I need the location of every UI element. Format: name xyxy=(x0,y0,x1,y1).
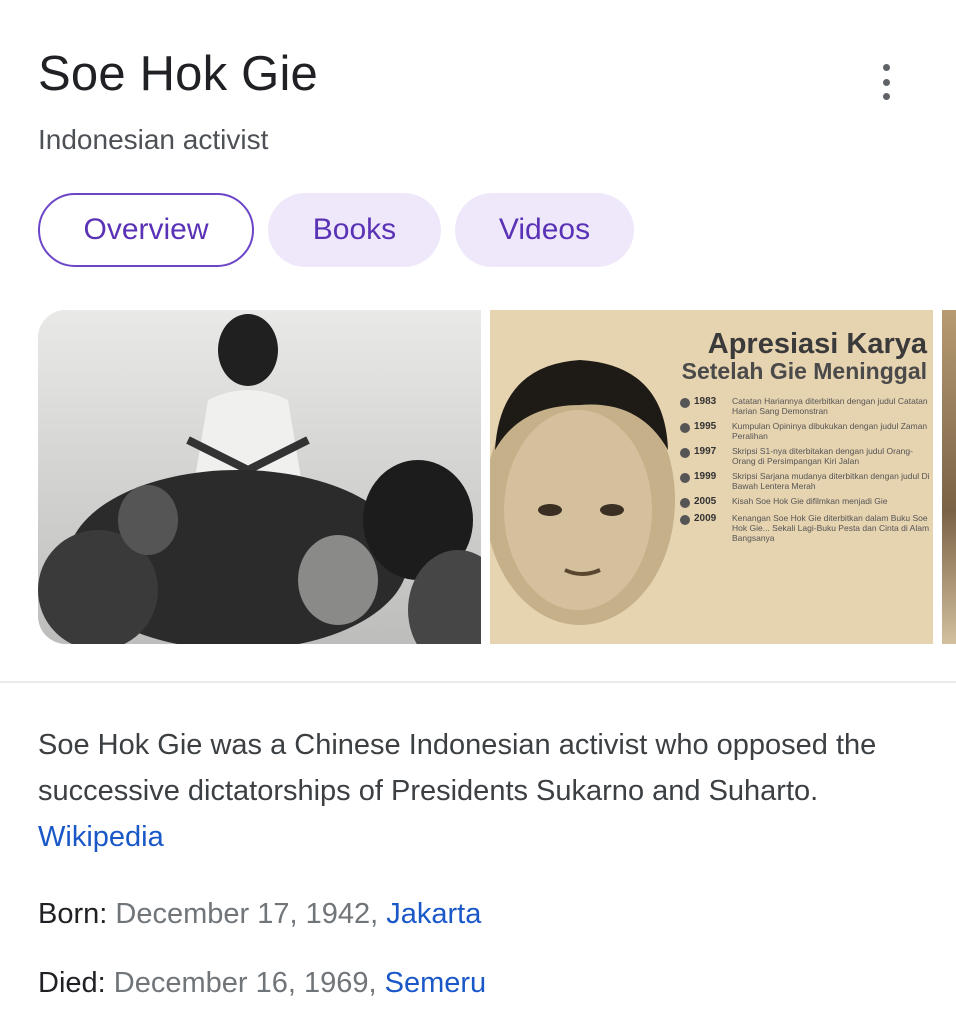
more-options-icon[interactable] xyxy=(872,64,900,100)
check-icon xyxy=(680,398,690,408)
check-icon xyxy=(680,423,690,433)
timeline-year: 1997 xyxy=(694,446,717,457)
timeline-year: 1999 xyxy=(694,471,717,482)
timeline-row: 1995 Kumpulan Opininya dibukukan dengan j… xyxy=(680,421,930,441)
more-dot xyxy=(882,93,890,100)
check-icon xyxy=(680,498,690,508)
memorial-poster[interactable]: Apresiasi Karya Setelah Gie Meninggal 19… xyxy=(490,310,933,644)
timeline-text: Kenangan Soe Hok Gie diterbitkan dalam B… xyxy=(732,513,930,543)
timeline-year: 1995 xyxy=(694,421,717,432)
entity-description: Soe Hok Gie was a Chinese Indonesian act… xyxy=(38,722,928,860)
fact-value: December 16, 1969, xyxy=(113,967,377,999)
fact-born: Born: December 17, 1942, Jakarta xyxy=(38,898,481,931)
timeline-row: 2005 Kisah Soe Hok Gie difilmkan menjadi … xyxy=(680,496,930,508)
check-icon xyxy=(680,515,690,525)
poster-subheading: Setelah Gie Meninggal xyxy=(681,358,927,384)
timeline-row: 1997 Skripsi S1-nya diterbitakan dengan j… xyxy=(680,446,930,466)
fact-label: Died: xyxy=(38,967,106,999)
tab-overview[interactable]: Overview xyxy=(38,193,254,267)
fact-died: Died: December 16, 1969, Semeru xyxy=(38,967,486,1000)
poster-heading: Apresiasi Karya xyxy=(707,328,927,360)
tab-bar: Overview Books Videos xyxy=(38,193,634,267)
timeline-row: 2009 Kenangan Soe Hok Gie diterbitkan dal… xyxy=(680,513,930,543)
tab-books[interactable]: Books xyxy=(268,193,441,267)
wikipedia-link[interactable]: Wikipedia xyxy=(38,821,164,853)
more-dot xyxy=(882,64,890,71)
third-image-partial[interactable] xyxy=(942,310,956,644)
more-dot xyxy=(882,78,890,86)
historical-photo[interactable] xyxy=(38,310,481,644)
tab-videos[interactable]: Videos xyxy=(455,193,634,267)
birthplace-link[interactable]: Jakarta xyxy=(386,898,481,930)
fact-value: December 17, 1942, xyxy=(115,898,379,930)
timeline-text: Catatan Hariannya diterbitkan dengan jud… xyxy=(732,396,928,416)
deathplace-link[interactable]: Semeru xyxy=(385,967,487,999)
timeline-text: Kumpulan Opininya dibukukan dengan judul… xyxy=(732,421,928,441)
timeline-year: 2009 xyxy=(694,513,717,524)
timeline-year: 2005 xyxy=(694,496,717,507)
description-text: Soe Hok Gie was a Chinese Indonesian act… xyxy=(38,729,877,807)
entity-title: Soe Hok Gie xyxy=(38,47,319,101)
entity-subtitle: Indonesian activist xyxy=(38,124,269,155)
fact-label: Born: xyxy=(38,898,108,930)
timeline-row: 1999 Skripsi Sarjana mudanya diterbitkan … xyxy=(680,471,930,491)
timeline-text: Skripsi Sarjana mudanya diterbitkan deng… xyxy=(732,471,930,491)
poster-timeline: 1983 Catatan Hariannya diterbitkan dengan… xyxy=(680,396,930,548)
section-divider xyxy=(0,681,956,683)
timeline-text: Kisah Soe Hok Gie difilmkan menjadi Gie xyxy=(732,496,888,506)
image-carousel[interactable]: Apresiasi Karya Setelah Gie Meninggal 19… xyxy=(38,310,956,644)
timeline-year: 1983 xyxy=(694,396,717,407)
check-icon xyxy=(680,448,690,458)
timeline-row: 1983 Catatan Hariannya diterbitkan dengan… xyxy=(680,396,930,416)
timeline-text: Skripsi S1-nya diterbitakan dengan judul… xyxy=(732,446,913,466)
check-icon xyxy=(680,473,690,483)
